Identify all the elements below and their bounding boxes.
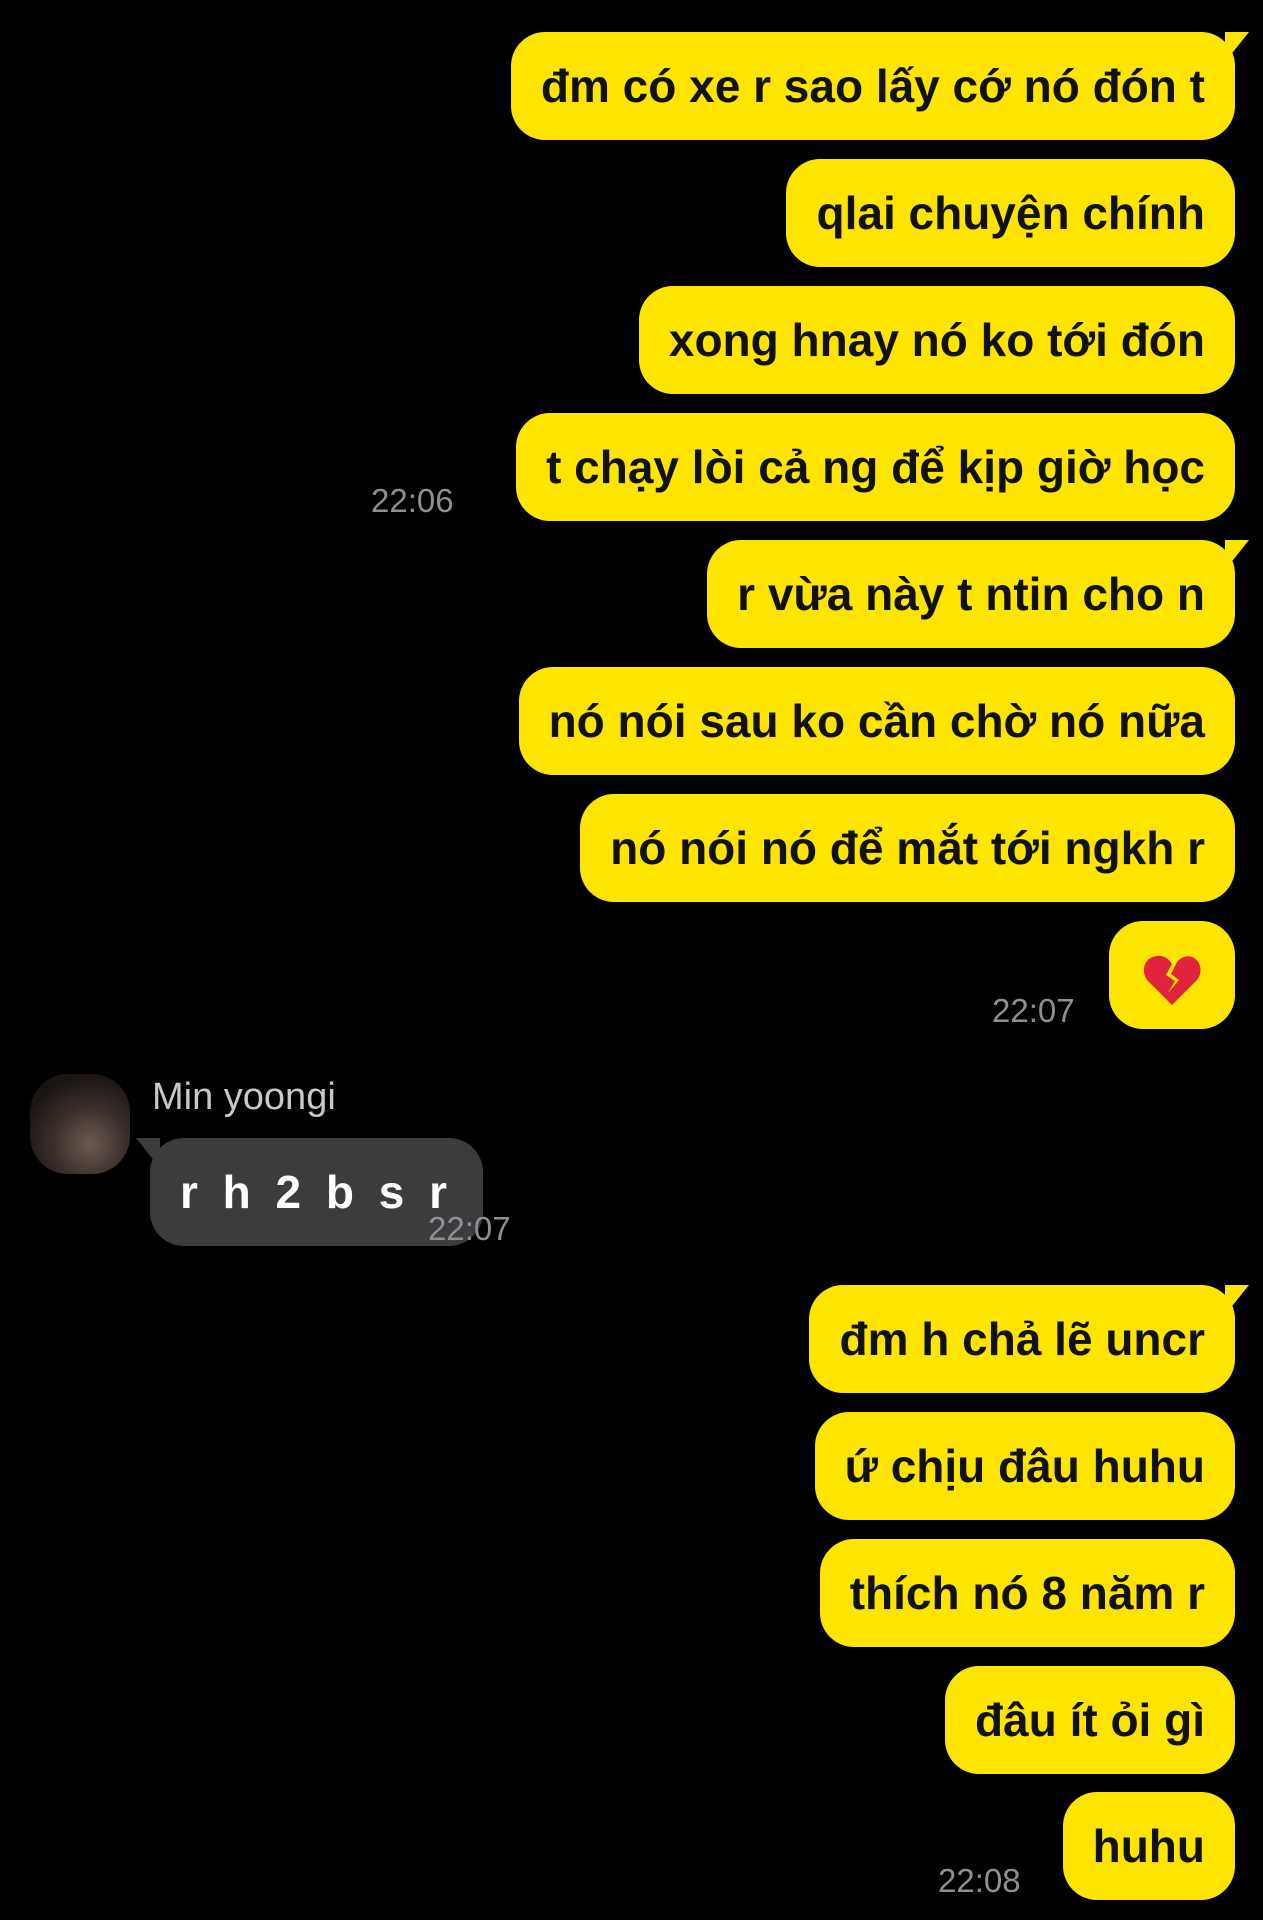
message-timestamp: 22:07 bbox=[428, 1210, 511, 1247]
outgoing-message[interactable]: ứ chịu đâu huhu bbox=[814, 1412, 1235, 1520]
sender-name: Min yoongi bbox=[152, 1076, 336, 1118]
message-text: t chạy lòi cả ng để kịp giờ học bbox=[546, 441, 1205, 493]
broken-heart-icon bbox=[1143, 955, 1201, 1005]
message-timestamp: 22:06 bbox=[371, 482, 454, 519]
outgoing-message[interactable]: r vừa này t ntin cho n bbox=[707, 540, 1249, 648]
chat-window: đm có xe r sao lấy cớ nó đón t qlai chuy… bbox=[0, 0, 1263, 1920]
outgoing-message[interactable]: thích nó 8 năm r bbox=[819, 1539, 1235, 1647]
message-text: đm có xe r sao lấy cớ nó đón t bbox=[540, 60, 1205, 112]
message-text: đm h chả lẽ uncr bbox=[839, 1313, 1205, 1365]
outgoing-message[interactable]: qlai chuyện chính bbox=[786, 159, 1235, 267]
message-text: r h 2 b s r bbox=[180, 1166, 454, 1218]
outgoing-message[interactable]: huhu bbox=[1062, 1792, 1235, 1900]
outgoing-message-emoji[interactable] bbox=[1109, 921, 1235, 1029]
outgoing-message[interactable]: t chạy lòi cả ng để kịp giờ học bbox=[516, 413, 1235, 521]
message-timestamp: 22:07 bbox=[992, 992, 1075, 1029]
message-text: qlai chuyện chính bbox=[816, 187, 1205, 239]
outgoing-message[interactable]: đâu ít ỏi gì bbox=[945, 1666, 1235, 1774]
message-text: ứ chịu đâu huhu bbox=[844, 1440, 1205, 1492]
outgoing-message[interactable]: nó nói sau ko cần chờ nó nữa bbox=[518, 667, 1235, 775]
message-text: thích nó 8 năm r bbox=[849, 1567, 1205, 1619]
message-text: nó nói sau ko cần chờ nó nữa bbox=[548, 695, 1205, 747]
avatar[interactable] bbox=[30, 1074, 130, 1174]
outgoing-message[interactable]: đm h chả lẽ uncr bbox=[809, 1285, 1249, 1393]
message-text: xong hnay nó ko tới đón bbox=[668, 314, 1205, 366]
message-timestamp: 22:08 bbox=[938, 1862, 1021, 1899]
message-text: huhu bbox=[1092, 1820, 1205, 1872]
message-text: r vừa này t ntin cho n bbox=[737, 568, 1205, 620]
outgoing-message[interactable]: xong hnay nó ko tới đón bbox=[638, 286, 1235, 394]
outgoing-message[interactable]: đm có xe r sao lấy cớ nó đón t bbox=[510, 32, 1250, 140]
message-text: đâu ít ỏi gì bbox=[975, 1694, 1205, 1746]
outgoing-message[interactable]: nó nói nó để mắt tới ngkh r bbox=[580, 794, 1235, 902]
message-text: nó nói nó để mắt tới ngkh r bbox=[610, 822, 1205, 874]
